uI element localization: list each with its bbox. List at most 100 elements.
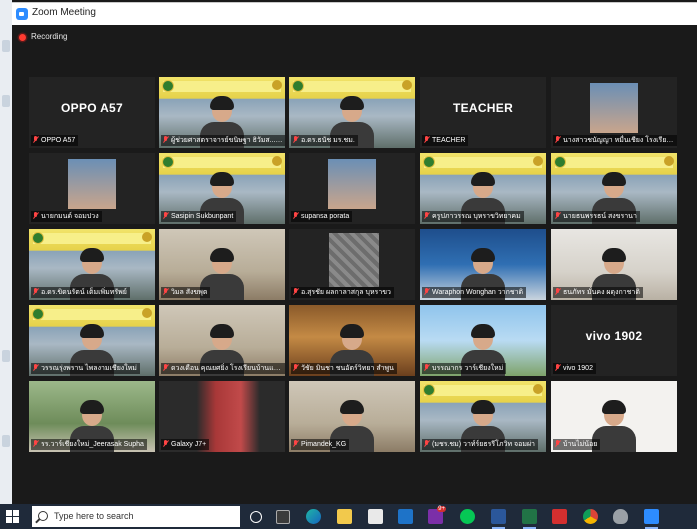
muted-mic-icon [163,136,168,143]
participant-name-label: TEACHER [422,135,469,146]
desktop-icon [2,95,10,107]
file-explorer-icon[interactable] [337,509,352,524]
participant-name: vivo 1902 [563,365,593,372]
participant-name: ครูปภาวรรณ บุหราขวิทยาคม [432,213,521,220]
search-icon [38,511,48,521]
participant-name: ธนภัทร มั่นคง ผดุงกาชาติ [563,289,640,296]
participant-name: TEACHER [432,137,466,144]
participant-name-label: ครูปภาวรรณ บุหราขวิทยาคม [422,211,524,222]
task-view-icon[interactable] [250,511,262,523]
participant-name-label: Pimandek_KG [291,439,350,450]
taskbar-search-box[interactable]: Type here to search [32,506,240,527]
taskbar: Type here to search 9+ [0,504,697,529]
participant-tile[interactable]: Galaxy J7+ [159,381,285,452]
notification-badge-icon[interactable]: 9+ [428,506,446,524]
widgets-icon[interactable] [276,510,290,524]
title-bar[interactable]: Zoom Meeting [12,3,697,25]
participant-name: Pimandek_KG [301,441,347,448]
participant-name-label: Sasipin Sukbunpant [161,211,237,222]
participant-name-label: อ.ดร.ธนัช มร.ชม. [291,135,358,146]
participant-name-label: นางสาวชนัญญา หมื่นเชียง โรงเรียนร... [553,135,677,146]
participant-tile[interactable]: TEACHER TEACHER [420,77,546,148]
participant-name: รร.วาร์เชียงใหม่_Jeerasak Supha [41,441,144,448]
chrome-icon[interactable] [583,509,598,524]
word-icon[interactable] [491,509,506,529]
participant-tile[interactable]: vivo 1902 vivo 1902 [551,305,677,376]
participant-name-label: วัชัย มินชา ชนอัตร์วิทยา สำพูน [291,363,397,374]
participant-name-label: รร.วาร์เชียงใหม่_Jeerasak Supha [31,439,147,450]
participant-name-label: นายธนพรรธน์ สงขรานา [553,211,640,222]
participant-tile[interactable]: บ้านไม่น้อย [551,381,677,452]
participant-tile[interactable]: วัชัย มินชา ชนอัตร์วิทยา สำพูน [289,305,415,376]
participant-tile[interactable]: อ.ดร.ธนัช มร.ชม. [289,77,415,148]
participant-tile[interactable]: รร.วาร์เชียงใหม่_Jeerasak Supha [29,381,155,452]
participant-name: supansa porata [301,213,350,220]
participant-name-label: ดวงเดือน คุณยศยิ่ง โรงเรียนบ้านแม่ม� [161,363,285,374]
participant-tile[interactable]: ผู้ช่วยศาสตราจารย์ขนิษฐา ธิวัมส... C... [159,77,285,148]
participant-tile[interactable]: Sasipin Sukbunpant [159,153,285,224]
participant-name: Sasipin Sukbunpant [171,213,234,220]
muted-mic-icon [424,440,429,447]
excel-icon[interactable] [522,509,537,529]
participant-name-label: Galaxy J7+ [161,439,210,450]
zoom-window: Zoom Meeting Recording OPPO A57 OPPO A57 ผ… [12,2,697,505]
muted-mic-icon [33,364,38,371]
participant-tile[interactable]: (มชร.ชม) วาท์ร์ยธรรีโภวิท จอมผ่า [420,381,546,452]
participant-tile[interactable]: ธนภัทร มั่นคง ผดุงกาชาติ [551,229,677,300]
security-icon[interactable] [613,509,628,524]
participant-name-label: Waraphon Wonghan วากชาติ [422,287,527,298]
participant-tile[interactable]: Pimandek_KG [289,381,415,452]
participant-tile[interactable]: ครูปภาวรรณ บุหราขวิทยาคม [420,153,546,224]
participant-tile[interactable]: OPPO A57 OPPO A57 [29,77,155,148]
participant-name-label: บ้านไม่น้อย [553,439,601,450]
participant-name: Galaxy J7+ [171,441,207,448]
muted-mic-icon [293,364,298,371]
start-icon[interactable] [6,510,19,523]
participant-tile[interactable]: นางสาวชนัญญา หมื่นเชียง โรงเรียนร... [551,77,677,148]
mail-icon[interactable] [398,509,413,524]
muted-mic-icon [293,288,298,295]
zoom-app-icon [16,8,28,20]
participant-name: อ.สุรชัย ผลกาลาสกุล บุหราขว [301,289,391,296]
acrobat-icon[interactable] [552,509,567,524]
muted-mic-icon [33,136,38,143]
muted-mic-icon [163,364,168,371]
participant-name-label: อ.ดร.ขิดนรัตน์ เต็มเพิ่มทรัพย์ [31,287,130,298]
participant-name: วรรณรุ่งพราน ไพลงามเชียงใหม่ [41,365,137,372]
participant-name: อ.ดร.ขิดนรัตน์ เต็มเพิ่มทรัพย์ [41,289,127,296]
participant-name: อ.ดร.ธนัช มร.ชม. [301,137,355,144]
desktop-icon [2,350,10,362]
participant-name: นายกมนต์ จอมปวง [41,213,99,220]
participant-name: นางสาวชนัญญา หมื่นเชียง โรงเรียนร... [563,137,677,144]
desktop-icon [2,40,10,52]
participant-tile[interactable]: อ.สุรชัย ผลกาลาสกุล บุหราขว [289,229,415,300]
participant-tile[interactable]: นายกมนต์ จอมปวง [29,153,155,224]
muted-mic-icon [424,212,429,219]
profile-picture [68,159,116,209]
store-icon[interactable] [368,509,383,524]
participant-tile[interactable]: นายธนพรรธน์ สงขรานา [551,153,677,224]
participant-name-label: นายกมนต์ จอมปวง [31,211,102,222]
edge-icon[interactable] [306,509,321,524]
participant-name: ผู้ช่วยศาสตราจารย์ขนิษฐา ธิวัมส... C... [171,137,285,144]
participant-name: (มชร.ชม) วาท์ร์ยธรรีโภวิท จอมผ่า [432,441,535,448]
line-icon[interactable] [460,509,475,524]
participant-tile[interactable]: บรรณากร วาร์เชียงใหม่ [420,305,546,376]
participant-name-label: OPPO A57 [31,135,79,146]
muted-mic-icon [33,288,38,295]
participant-name: Waraphon Wonghan วากชาติ [432,289,524,296]
participant-tile[interactable]: Waraphon Wonghan วากชาติ [420,229,546,300]
muted-mic-icon [424,136,429,143]
zoom-icon[interactable] [644,509,659,529]
participant-tile[interactable]: supansa porata [289,153,415,224]
participant-tile[interactable]: ดวงเดือน คุณยศยิ่ง โรงเรียนบ้านแม่ม� [159,305,285,376]
participant-tile[interactable]: วิมล สังขพุต [159,229,285,300]
muted-mic-icon [424,364,429,371]
participant-name-label: วิมล สังขพุต [161,287,211,298]
participant-name-label: วรรณรุ่งพราน ไพลงามเชียงใหม่ [31,363,140,374]
muted-mic-icon [555,364,560,371]
participant-name: วิมล สังขพุต [171,289,208,296]
participant-tile[interactable]: อ.ดร.ขิดนรัตน์ เต็มเพิ่มทรัพย์ [29,229,155,300]
window-title: Zoom Meeting [32,7,96,18]
participant-tile[interactable]: วรรณรุ่งพราน ไพลงามเชียงใหม่ [29,305,155,376]
